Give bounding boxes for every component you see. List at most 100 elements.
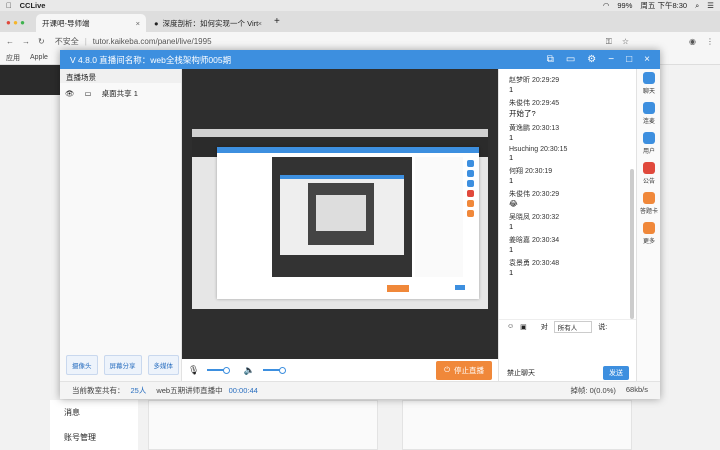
bookmark-apple[interactable]: Apple [30,54,48,61]
sidebar-item-6[interactable]: 更多 [637,219,661,249]
nav-messages[interactable]: 消息 [50,400,138,425]
chat-message-sender: 朱俊伟 20:29:45 [509,100,560,107]
scene-label: 桌面共享 1 [101,88,138,98]
active-app-name[interactable]: CCLive [20,1,46,10]
reload-icon[interactable]: ↻ [38,37,45,46]
chat-message-sender: 姜晗嘉 20:30:34 [509,237,560,244]
background-sidebar: 消息 账号管理 [50,400,138,450]
sidebar-item-1[interactable]: 聊天 [637,69,661,99]
sidebar-item-3[interactable]: 用户 [637,129,661,159]
clock[interactable]: 周五 下午8:30 [640,0,687,11]
sidebar-item-4[interactable]: 公告 [637,159,661,189]
security-label[interactable]: 不安全 [55,36,79,47]
maximize-icon[interactable]: □ [626,54,632,65]
sidebar-item-label: 更多 [642,239,655,245]
sidebar-item-label: 用户 [642,149,655,155]
chat-message-text: 1 [509,176,514,185]
send-button[interactable]: 发送 [603,366,629,380]
settings-icon[interactable]: ⚙ [587,54,596,65]
github-icon: ● [154,18,159,28]
chat-panel: 赵梦昕 20:29:29 1 朱俊伟 20:29:45 开始了? 黄逸鹏 20:30:1… [498,69,637,381]
tab-tutor[interactable]: 开课吧-导师端 × [36,14,146,32]
stop-live-button[interactable]: ⏻ 停止直播 [436,360,492,380]
sidebar-item-5[interactable]: 答题卡 [637,189,661,219]
sidebar-item-label: 答题卡 [639,209,658,215]
battery-percent[interactable]: 99% [617,1,632,10]
multimedia-button[interactable]: 多媒体 [147,355,179,375]
tab-label: 深度剖析：如何实现一个 Virtu... [162,18,258,28]
search-icon[interactable]: ⌕ [695,1,699,11]
scene-item-desktop[interactable]: 👁 ▭ 桌面共享 1 [60,83,181,103]
chat-bottom: 禁止聊天 发送 [499,365,637,381]
speaker-icon[interactable]: 🔈 [243,365,254,376]
new-tab-button[interactable]: + [274,16,280,27]
chat-message: 赵梦昕 20:29:29 1 [509,75,627,94]
extensions-icon[interactable]: ◉ [689,37,696,46]
chat-message: Hsuching 20:30:15 1 [509,146,627,162]
online-label: 当前教室共有： [72,386,125,395]
kebab-menu-icon[interactable]: ⋮ [706,37,714,46]
more-icon [643,222,655,234]
screen-icon[interactable]: ▭ [566,54,575,65]
video-preview [182,69,498,381]
recipient-select[interactable]: 所有人 [553,320,593,333]
background-card [402,400,632,450]
status-bar: 当前教室共有： 25人 web五期讲师直播中 00:00:44 掉帧: 0(0.… [60,381,660,399]
mute-chat-toggle[interactable]: 禁止聊天 [507,368,535,378]
shared-screen [192,129,488,309]
speaker-volume-slider[interactable] [262,367,286,374]
background-header [0,65,60,95]
chat-message: 姜晗嘉 20:30:34 1 [509,235,627,254]
live-controls: 🎙 🔈 ⏻ 停止直播 [182,359,498,381]
chat-toolbar: ☺ ▣ 对 所有人 说: [499,319,637,333]
chat-message-sender: 赵梦昕 20:29:29 [509,77,560,84]
back-icon[interactable]: ← [6,37,14,46]
chat-message-text: 1 [509,268,514,277]
screen-share-button[interactable]: 屏幕分享 [103,355,142,375]
close-icon[interactable]: × [258,19,262,28]
emoji-icon[interactable]: ☺ [507,323,514,330]
sidebar-item-2[interactable]: 连麦 [637,99,661,129]
menu-icon[interactable]: ☰ [707,1,714,10]
star-icon[interactable]: ☆ [622,37,629,46]
key-icon[interactable]: ⚿ [606,37,612,47]
scene-heading: 直播场景 [60,69,181,83]
mic-volume-slider[interactable] [207,367,231,374]
image-icon[interactable]: ▣ [520,323,527,331]
quiz-icon [643,192,655,204]
scene-panel: 直播场景 👁 ▭ 桌面共享 1 摄像头 屏幕分享 多媒体 [60,69,182,381]
tab-article[interactable]: ● 深度剖析：如何实现一个 Virtu... × [148,14,268,32]
mac-menubar:  CCLive ◠ 99% 周五 下午8:30 ⌕ ☰ [0,0,720,11]
url-field[interactable]: tutor.kaikeba.com/panel/live/1995 [93,37,212,46]
chat-message-text: 开始了? [509,109,536,118]
chat-message-sender: 袁景勇 20:30:48 [509,260,560,267]
bookmark-apps[interactable]: 应用 [6,53,20,63]
background-card [148,400,378,450]
chat-list: 赵梦昕 20:29:29 1 朱俊伟 20:29:45 开始了? 黄逸鹏 20:30:1… [499,75,627,315]
frame-loss: 掉帧: 0(0.0%) [570,386,616,395]
chat-message: 黄逸鹏 20:30:13 1 [509,123,627,142]
online-count[interactable]: 25人 [131,385,147,396]
chat-scrollbar[interactable] [630,169,634,319]
nav-account[interactable]: 账号管理 [50,425,138,450]
chat-message-text: 1 [509,85,514,94]
chat-message-sender: 黄逸鹏 20:30:13 [509,125,560,132]
microphone-icon[interactable]: 🎙 [188,365,199,376]
minimize-icon[interactable]: − [608,54,614,65]
chat-message-text: 1 [509,133,514,142]
chat-input[interactable] [499,333,637,363]
users-icon [643,132,655,144]
share-icon[interactable]: ⧉ [547,54,554,65]
eye-icon[interactable]: 👁 [65,89,75,98]
traffic-lights[interactable]: ● ● ● [6,18,25,27]
forward-icon[interactable]: → [22,37,30,46]
address-bar: ← → ↻ 不安全 | tutor.kaikeba.com/panel/live… [0,32,720,51]
apple-icon[interactable]:  [6,1,12,10]
camera-button[interactable]: 摄像头 [66,355,98,375]
wifi-icon[interactable]: ◠ [603,1,610,10]
chat-message-sender: 吴晓凤 20:30:32 [509,214,560,221]
monitor-icon: ▭ [84,88,92,98]
mic-link-icon [643,102,655,114]
close-icon[interactable]: × [136,19,140,28]
close-icon[interactable]: × [644,54,650,65]
